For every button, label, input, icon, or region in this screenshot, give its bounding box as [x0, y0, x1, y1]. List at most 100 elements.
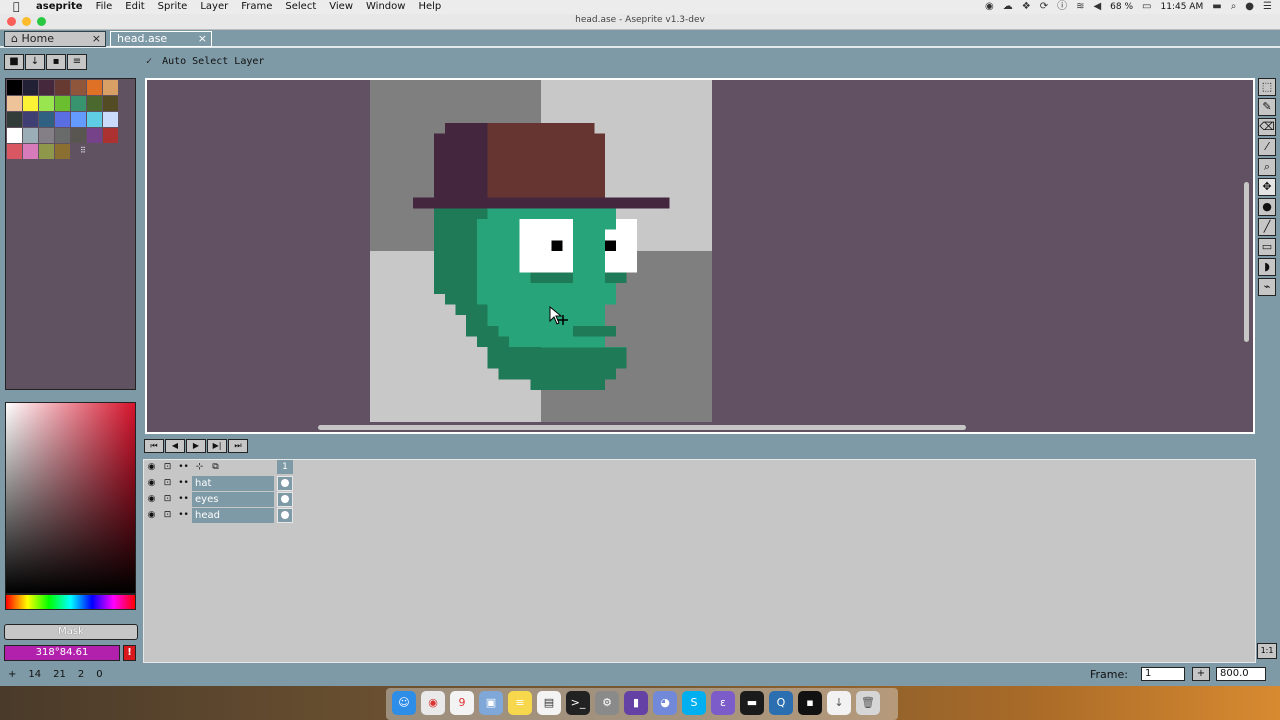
- editor-vertical-scrollbar[interactable]: [1244, 182, 1249, 342]
- notification-center-icon[interactable]: ☰: [1263, 0, 1272, 14]
- palette-swatch[interactable]: [103, 128, 118, 143]
- notes-icon[interactable]: ≡: [508, 691, 532, 715]
- palette-more-icon[interactable]: ⠿: [80, 146, 86, 155]
- palette-swatch[interactable]: [7, 144, 22, 159]
- cloud-icon[interactable]: ☁: [1003, 0, 1013, 14]
- menu-icon[interactable]: ≡: [67, 54, 87, 70]
- menu-aseprite[interactable]: aseprite: [36, 0, 83, 14]
- palette-swatch[interactable]: [87, 80, 102, 95]
- dropbox-icon[interactable]: ❖: [1022, 0, 1031, 14]
- sprite-canvas[interactable]: [370, 80, 712, 422]
- downloads-icon[interactable]: ↓: [827, 691, 851, 715]
- add-frame-button[interactable]: +: [1192, 667, 1210, 681]
- menu-view[interactable]: View: [329, 0, 353, 14]
- first-frame-button[interactable]: ⏮: [144, 439, 164, 453]
- palette-swatch[interactable]: [23, 144, 38, 159]
- sprite-editor[interactable]: [145, 78, 1255, 434]
- layer-name[interactable]: head: [192, 508, 274, 523]
- continuous-icon[interactable]: ••: [176, 508, 191, 523]
- apple-menu-icon[interactable]: : [13, 0, 20, 14]
- palette-swatch[interactable]: [7, 128, 22, 143]
- frame-header-1[interactable]: 1: [277, 460, 293, 474]
- palette-swatch[interactable]: [55, 128, 70, 143]
- down-arrow-icon[interactable]: ↓: [25, 54, 45, 70]
- layer-name[interactable]: hat: [192, 476, 274, 491]
- move-icon[interactable]: ✥: [1258, 178, 1276, 196]
- eraser-icon[interactable]: ⌫: [1258, 118, 1276, 136]
- palette-swatch[interactable]: [55, 144, 70, 159]
- auto-select-layer-label[interactable]: Auto Select Layer: [162, 56, 264, 67]
- palette-swatch[interactable]: [103, 96, 118, 111]
- palette-swatch[interactable]: [7, 112, 22, 127]
- document-icon[interactable]: ▤: [537, 691, 561, 715]
- system-preferences-icon[interactable]: ⚙: [595, 691, 619, 715]
- color-picker-field[interactable]: [5, 402, 136, 594]
- sync-icon[interactable]: ⟳: [1040, 0, 1048, 14]
- fill-icon[interactable]: ●: [1258, 198, 1276, 216]
- eye-icon[interactable]: ◉: [144, 492, 159, 507]
- quicktime-icon[interactable]: Q: [769, 691, 793, 715]
- zoom-input[interactable]: 800.0: [1216, 667, 1266, 681]
- checkbox-icon[interactable]: ✓: [146, 56, 152, 67]
- menu-help[interactable]: Help: [418, 0, 441, 14]
- last-frame-button[interactable]: ⏭: [228, 439, 248, 453]
- chrome-icon[interactable]: ◉: [421, 691, 445, 715]
- palette-swatch[interactable]: [55, 96, 70, 111]
- menu-sprite[interactable]: Sprite: [158, 0, 188, 14]
- palette-swatch[interactable]: [71, 80, 86, 95]
- next-frame-button[interactable]: ▶|: [207, 439, 227, 453]
- tab-head-ase[interactable]: head.ase ×: [110, 31, 212, 47]
- menu-file[interactable]: File: [96, 0, 113, 14]
- menu-window[interactable]: Window: [366, 0, 405, 14]
- eye-icon[interactable]: ◉: [144, 508, 159, 523]
- cel[interactable]: [277, 476, 293, 491]
- scripts-icon[interactable]: ▪: [798, 691, 822, 715]
- palette-swatch[interactable]: [23, 96, 38, 111]
- palette-swatch[interactable]: [7, 80, 22, 95]
- palette-swatch[interactable]: [39, 80, 54, 95]
- menu-layer[interactable]: Layer: [200, 0, 228, 14]
- lock-icon[interactable]: ⊡: [160, 492, 175, 507]
- palette-swatch[interactable]: [39, 112, 54, 127]
- editor-horizontal-scrollbar[interactable]: [318, 425, 966, 430]
- discord-icon[interactable]: ◕: [653, 691, 677, 715]
- wifi-icon[interactable]: ≋: [1076, 0, 1084, 14]
- pencil-icon[interactable]: ✎: [1258, 98, 1276, 116]
- layer-group-header-icon[interactable]: ⊹: [192, 460, 207, 475]
- menu-select[interactable]: Select: [285, 0, 316, 14]
- flag-icon[interactable]: ▬: [1212, 0, 1221, 14]
- lock-header-icon[interactable]: ⊡: [160, 460, 175, 475]
- cel[interactable]: [277, 508, 293, 523]
- palette-swatch[interactable]: [55, 80, 70, 95]
- finder-icon[interactable]: ☺: [392, 691, 416, 715]
- palette-swatch[interactable]: [87, 128, 102, 143]
- trash-icon[interactable]: 🗑: [856, 691, 880, 715]
- continuous-icon[interactable]: ••: [176, 492, 191, 507]
- palette-swatch[interactable]: [39, 128, 54, 143]
- current-color-value[interactable]: 318°84.61: [4, 645, 120, 661]
- palette-swatch[interactable]: [39, 96, 54, 111]
- emacs-icon[interactable]: ε: [711, 691, 735, 715]
- user-avatar-icon[interactable]: ●: [1245, 0, 1254, 14]
- onion-skin-header-icon[interactable]: ⧉: [208, 460, 223, 475]
- palette-swatch[interactable]: [23, 112, 38, 127]
- continuous-icon[interactable]: ••: [176, 476, 191, 491]
- lock-icon[interactable]: ⊡: [160, 476, 175, 491]
- zoom-icon[interactable]: ⌕: [1258, 158, 1276, 176]
- palette-swatch[interactable]: [55, 112, 70, 127]
- tab-home[interactable]: ⌂ Home ×: [4, 31, 106, 47]
- record-icon[interactable]: ◉: [985, 0, 994, 14]
- palette-swatch[interactable]: [23, 128, 38, 143]
- calendar-icon[interactable]: 9: [450, 691, 474, 715]
- frame-input[interactable]: 1: [1141, 667, 1185, 681]
- marquee-icon[interactable]: ⬚: [1258, 78, 1276, 96]
- volume-icon[interactable]: ◀: [1093, 0, 1101, 14]
- palette-swatch[interactable]: [23, 80, 38, 95]
- continuous-header-icon[interactable]: ••: [176, 460, 191, 475]
- color-warning-icon[interactable]: !: [123, 645, 136, 661]
- info-icon[interactable]: ⓘ: [1057, 0, 1067, 14]
- palette-swatch[interactable]: [39, 144, 54, 159]
- save-icon[interactable]: ▪: [46, 54, 66, 70]
- palette-swatch[interactable]: [87, 96, 102, 111]
- skype-icon[interactable]: S: [682, 691, 706, 715]
